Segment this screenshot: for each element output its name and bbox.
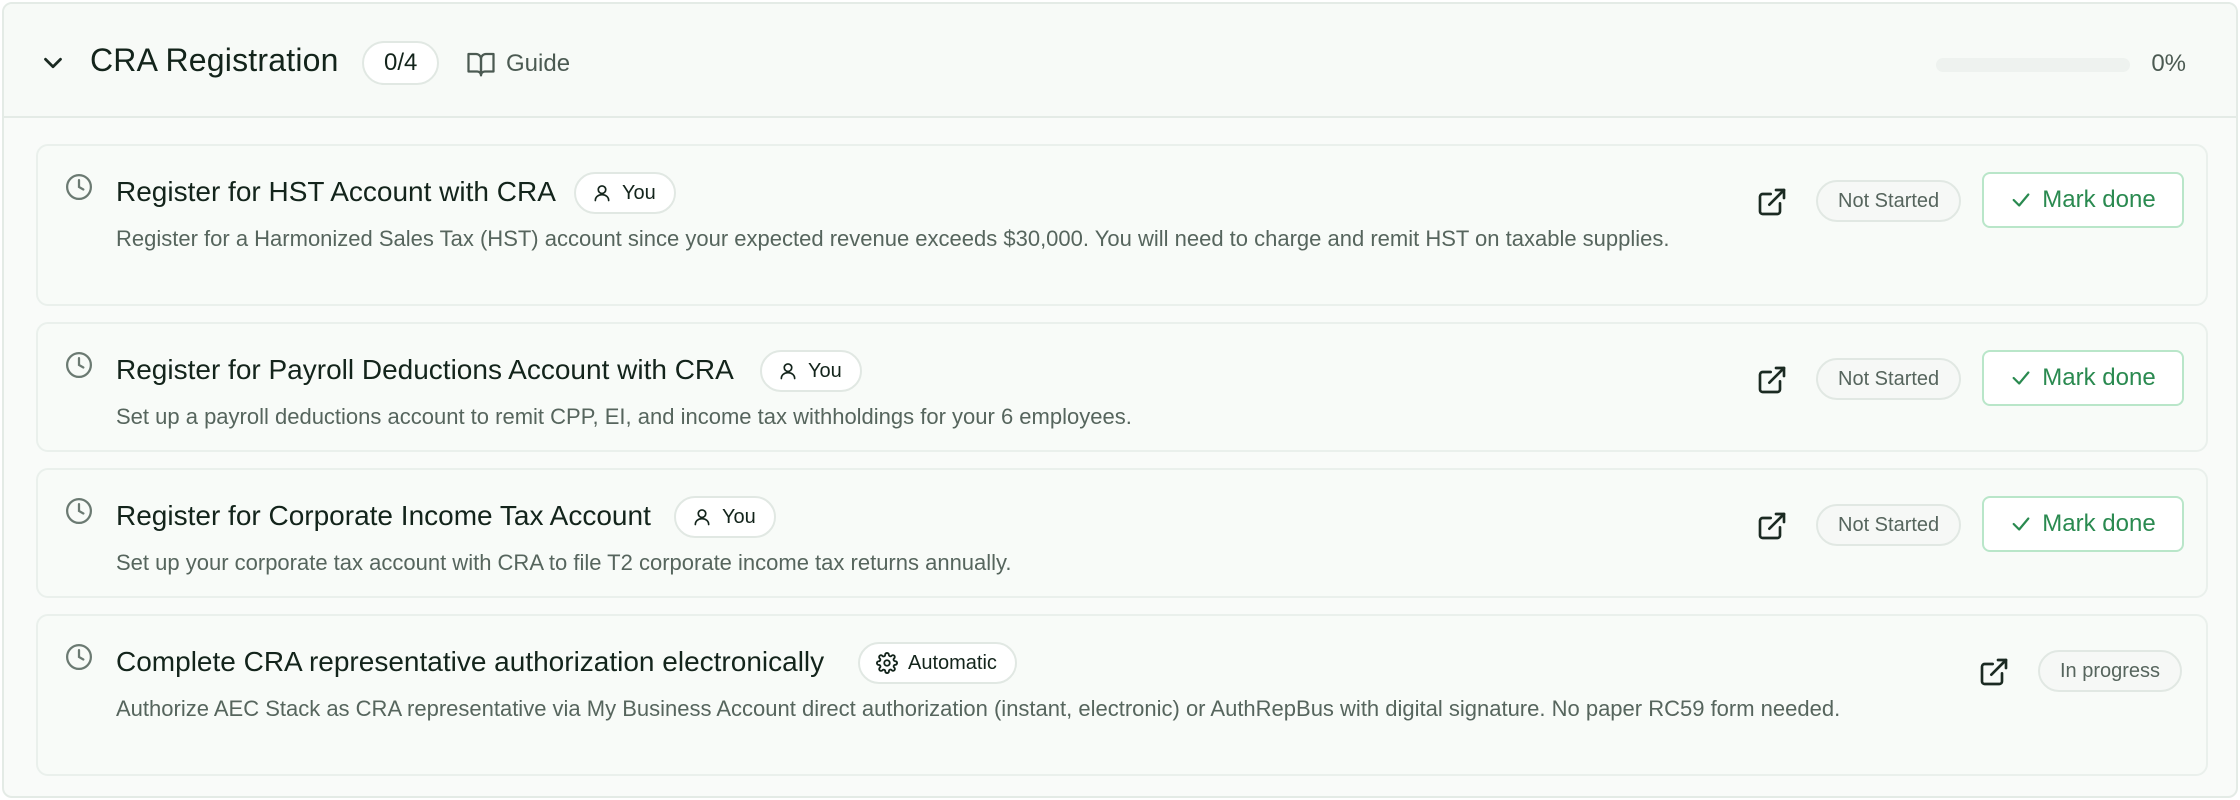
check-icon [2012,517,2030,531]
status-badge: Not Started [1816,358,1962,400]
task-title: Register for HST Account with CRA [116,176,556,207]
section-header[interactable]: CRA Registration 0/4 Guide 0% [4,4,2236,118]
status-badge: Not Started [1816,504,1962,546]
mark-done-label: Mark done [2042,510,2156,537]
task-description: Register for a Harmonized Sales Tax (HST… [116,226,1670,251]
check-icon [2012,193,2030,207]
status-badge: Not Started [1816,180,1962,222]
mark-done-label: Mark done [2042,364,2156,391]
owner-label: You [622,181,656,204]
clock-icon [66,644,92,670]
user-icon [594,185,610,202]
section-title: CRA Registration [90,42,339,78]
owner-label: Automatic [908,651,997,674]
mark-done-label: Mark done [2042,186,2156,213]
task-card-hst: Register for HST Account with CRA You Re… [36,144,2208,306]
progress-bar [1936,58,2130,72]
external-link-icon[interactable] [1756,510,1788,542]
task-card-payroll: Register for Payroll Deductions Account … [36,322,2208,452]
book-open-icon [467,52,495,77]
progress-percent: 0% [2151,50,2186,77]
task-description: Authorize AEC Stack as CRA representativ… [116,696,1841,721]
user-icon [780,363,796,380]
owner-label: You [722,505,756,528]
external-link-icon[interactable] [1756,364,1788,396]
task-description: Set up a payroll deductions account to r… [116,404,1132,429]
task-description: Set up your corporate tax account with C… [116,550,1012,575]
checklist-section: CRA Registration 0/4 Guide 0% Register f… [2,2,2238,798]
mark-done-button[interactable]: Mark done [1982,172,2184,228]
mark-done-button[interactable]: Mark done [1982,496,2184,552]
status-badge: In progress [2038,650,2183,692]
owner-badge: You [674,496,776,538]
user-icon [694,509,710,526]
clock-icon [66,498,92,524]
task-card-corporate-tax: Register for Corporate Income Tax Accoun… [36,468,2208,598]
task-count-badge: 0/4 [362,41,440,85]
task-title: Complete CRA representative authorizatio… [116,646,825,677]
task-title: Register for Corporate Income Tax Accoun… [116,500,651,531]
chevron-down-icon[interactable] [38,48,68,78]
owner-label: You [808,359,842,382]
task-title: Register for Payroll Deductions Account … [116,354,734,385]
clock-icon [66,174,92,200]
clock-icon [66,352,92,378]
check-icon [2012,371,2030,385]
task-card-representative-auth: Complete CRA representative authorizatio… [36,614,2208,776]
owner-badge-automatic: Automatic [858,642,1017,684]
guide-link[interactable]: Guide [466,46,570,82]
gear-icon [876,652,898,674]
guide-label: Guide [506,50,571,77]
external-link-icon[interactable] [1756,186,1788,218]
external-link-icon[interactable] [1978,656,2010,688]
owner-badge: You [574,172,676,214]
owner-badge: You [760,350,862,392]
mark-done-button[interactable]: Mark done [1982,350,2184,406]
